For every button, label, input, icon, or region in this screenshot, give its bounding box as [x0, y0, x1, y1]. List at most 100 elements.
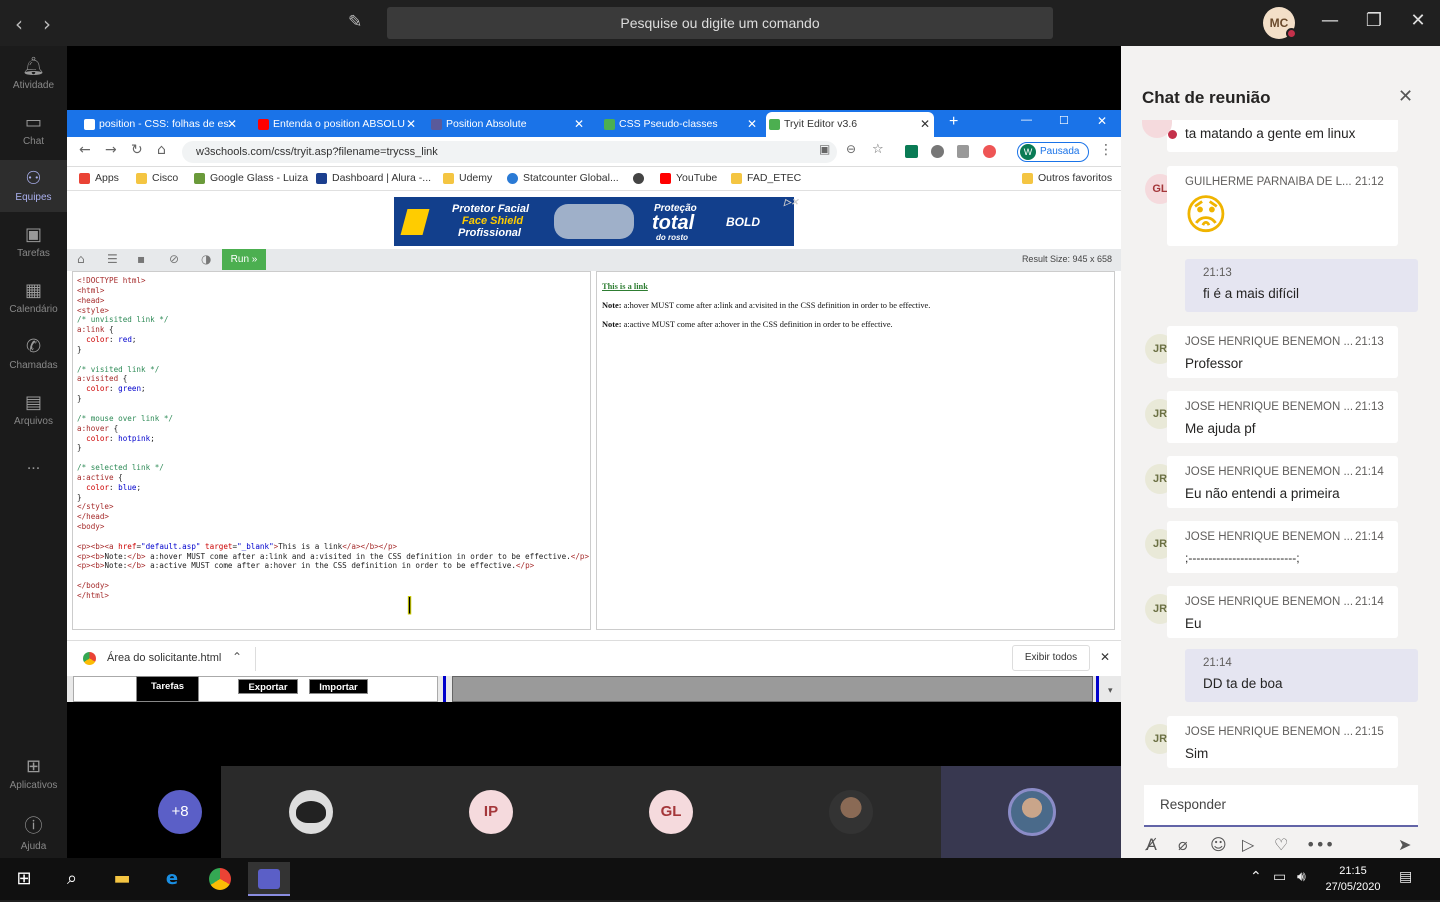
bookmark-item[interactable]: Apps [79, 172, 119, 184]
participant-tile[interactable] [221, 766, 401, 858]
bookmark-star-icon[interactable]: ☆ [872, 142, 884, 157]
teams-taskbar-icon[interactable] [248, 862, 290, 896]
scroll-down-icon[interactable]: ▾ [1108, 685, 1113, 696]
new-tab-icon[interactable]: + [949, 113, 958, 131]
home-icon[interactable]: ⌂ [157, 142, 166, 158]
bookmark-item[interactable]: Cisco [136, 172, 178, 184]
search-input[interactable]: Pesquise ou digite um comando [387, 7, 1053, 39]
tray-chevron-icon[interactable]: ⌃ [1250, 869, 1262, 885]
participant-tile[interactable]: +8 [67, 766, 221, 858]
browser-maximize-icon[interactable]: ☐ [1059, 114, 1069, 127]
windows-start-icon[interactable]: ⊞ [3, 862, 45, 896]
rotate-icon[interactable]: ⊘ [169, 252, 179, 266]
theme-icon[interactable]: ◑ [201, 252, 211, 266]
tab-close-icon[interactable]: ✕ [406, 112, 416, 137]
browser-tab[interactable]: CSS Pseudo-classes ✕ [601, 112, 761, 137]
search-icon[interactable]: ⌕ [51, 862, 93, 896]
other-favorites[interactable]: Outros favoritos [1022, 172, 1112, 184]
export-button[interactable]: Exportar [238, 679, 298, 694]
translate-icon[interactable]: ▣ [819, 142, 830, 156]
close-icon[interactable]: ✕ [1398, 86, 1413, 107]
result-link[interactable]: This is a link [602, 282, 648, 291]
bookmark-item[interactable]: Google Glass - Luiza [194, 172, 308, 184]
more-icon[interactable]: ... [0, 456, 67, 474]
tab-close-icon[interactable]: ✕ [574, 112, 584, 137]
file-explorer-icon[interactable]: ▬ [101, 862, 143, 896]
attach-icon[interactable]: ⌀ [1178, 835, 1188, 854]
zoom-icon[interactable]: ⊖ [846, 142, 856, 156]
extension-icon[interactable] [983, 145, 996, 158]
forward-arrow-icon[interactable]: › [37, 12, 57, 36]
back-arrow-icon[interactable]: ‹ [9, 12, 29, 36]
close-icon[interactable]: ✕ [1406, 10, 1430, 31]
rail-item-tasks[interactable]: ▣ Tarefas [0, 224, 67, 259]
tab-close-icon[interactable]: ✕ [747, 112, 757, 137]
network-icon[interactable]: ▭ [1273, 869, 1286, 885]
reply-input[interactable]: Responder [1144, 785, 1418, 827]
extension-icon[interactable] [905, 145, 918, 158]
maximize-icon[interactable]: ❐ [1362, 10, 1386, 31]
ad-choices-icon[interactable]: ▷✕ [784, 197, 798, 208]
format-icon[interactable]: A̸ [1146, 835, 1157, 854]
menu-dots-icon[interactable]: ⋮ [1099, 142, 1113, 158]
more-options-icon[interactable]: ••• [1306, 835, 1334, 854]
bookmark-item[interactable]: FAD_ETEC [731, 172, 801, 184]
tab-close-icon[interactable]: ✕ [920, 112, 930, 137]
bookmark-item[interactable]: Udemy [443, 172, 492, 184]
browser-close-icon[interactable]: ✕ [1097, 114, 1107, 128]
run-button[interactable]: Run » [222, 249, 266, 270]
code-editor[interactable]: <!DOCTYPE html> <html> <head> <style> /*… [72, 271, 591, 630]
bookmark-item[interactable]: YouTube [660, 172, 717, 184]
profile-button[interactable]: W Pausada [1017, 142, 1089, 162]
rail-item-calls[interactable]: ✆ Chamadas [0, 336, 67, 371]
rail-item-teams[interactable]: ⚇ Equipes [0, 160, 67, 212]
notifications-icon[interactable]: ▤ [1399, 869, 1412, 885]
browser-tab[interactable]: Position Absolute ✕ [428, 112, 588, 137]
menu-icon[interactable]: ☰ [107, 252, 118, 266]
tasks-button[interactable]: Tarefas [136, 676, 199, 702]
browser-tab[interactable]: position - CSS: folhas de es ✕ [81, 112, 241, 137]
taskbar-clock[interactable]: 21:15 27/05/2020 [1318, 863, 1388, 895]
participant-tile[interactable]: GL [581, 766, 761, 858]
extension-icon[interactable] [931, 145, 944, 158]
browser-tab[interactable]: Entenda o position ABSOLU ✕ [255, 112, 420, 137]
tab-close-icon[interactable]: ✕ [227, 112, 237, 137]
home-icon[interactable]: ⌂ [77, 252, 85, 266]
emoji-icon[interactable]: ☺ [1210, 835, 1227, 854]
edge-icon[interactable]: e [151, 862, 193, 896]
rail-item-files[interactable]: ▤ Arquivos [0, 392, 67, 427]
volume-icon[interactable]: 🔊︎ [1297, 869, 1306, 885]
ad-banner[interactable]: Protetor Facial Face Shield Profissional… [394, 197, 798, 246]
chrome-icon[interactable] [199, 862, 241, 896]
bookmark-item[interactable]: Dashboard | Alura -... [316, 172, 431, 184]
close-icon[interactable]: ✕ [1100, 650, 1110, 664]
extension-icon[interactable] [957, 145, 969, 158]
page-bottom-strip: Tarefas Exportar Importar ▾ [67, 676, 1121, 702]
browser-minimize-icon[interactable]: — [1021, 114, 1032, 126]
forward-icon[interactable]: → [105, 142, 117, 158]
rail-item-help[interactable]: ⓘ Ajuda [0, 812, 67, 852]
import-button[interactable]: Importar [309, 679, 368, 694]
bookmark-item[interactable]: Statcounter Global... [507, 172, 619, 184]
download-item[interactable]: Área do solicitante.html [107, 652, 221, 664]
show-all-button[interactable]: Exibir todos [1012, 645, 1090, 671]
rail-item-activity[interactable]: 🔔︎ Atividade [0, 56, 67, 91]
reload-icon[interactable]: ↻ [131, 142, 143, 158]
address-bar[interactable]: w3schools.com/css/tryit.asp?filename=try… [182, 141, 837, 163]
minimize-icon[interactable]: — [1318, 10, 1342, 31]
compose-icon[interactable]: ✎ [348, 12, 362, 32]
participant-tile[interactable]: IP [401, 766, 581, 858]
chevron-up-icon[interactable]: ⌃ [232, 650, 242, 664]
send-icon[interactable]: ➤ [1398, 835, 1411, 854]
browser-tab-active[interactable]: Tryit Editor v3.6 ✕ [766, 112, 934, 137]
rail-item-calendar[interactable]: ▦ Calendário [0, 280, 67, 315]
back-icon[interactable]: ← [79, 142, 91, 158]
save-icon[interactable]: ▪ [137, 252, 145, 266]
help-icon: ⓘ [24, 816, 43, 837]
praise-icon[interactable]: ♡ [1274, 835, 1288, 854]
gif-icon[interactable]: ▷ [1242, 835, 1254, 854]
rail-item-chat[interactable]: ▭ Chat [0, 112, 67, 147]
participant-tile[interactable] [941, 766, 1121, 858]
participant-tile[interactable] [761, 766, 941, 858]
rail-item-apps[interactable]: ⊞ Aplicativos [0, 756, 67, 791]
